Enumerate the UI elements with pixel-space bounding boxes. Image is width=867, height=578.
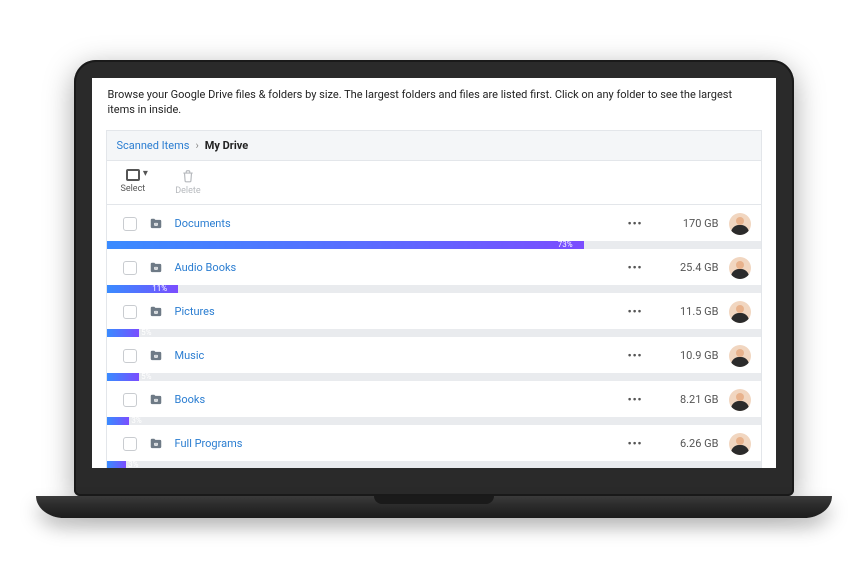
folder-name-link[interactable]: Books	[175, 393, 612, 406]
select-label: Select	[121, 184, 146, 194]
row-size: 170 GB	[659, 217, 719, 230]
row-more-button[interactable]: •••	[622, 393, 649, 406]
size-bar-percent: 73%	[558, 240, 573, 249]
size-bar-fill	[107, 285, 179, 293]
folder-icon	[147, 217, 165, 231]
folder-name-link[interactable]: Audio Books	[175, 261, 612, 274]
folder-name-link[interactable]: Music	[175, 349, 612, 362]
row-more-button[interactable]: •••	[622, 261, 649, 274]
row-more-button[interactable]: •••	[622, 217, 649, 230]
row-size: 6.26 GB	[659, 437, 719, 450]
row-checkbox[interactable]	[123, 305, 137, 319]
owner-avatar[interactable]	[729, 345, 751, 367]
owner-avatar[interactable]	[729, 213, 751, 235]
breadcrumb-root-link[interactable]: Scanned Items	[117, 139, 190, 152]
file-row: Music ••• 10.9 GB 5%	[107, 337, 761, 381]
trash-icon	[181, 169, 195, 183]
file-row: Full Programs ••• 6.26 GB 3%	[107, 425, 761, 468]
row-more-button[interactable]: •••	[622, 349, 649, 362]
row-checkbox[interactable]	[123, 437, 137, 451]
delete-button[interactable]: Delete	[169, 167, 206, 198]
size-bar-percent: 3%	[131, 416, 141, 425]
owner-avatar[interactable]	[729, 433, 751, 455]
owner-avatar[interactable]	[729, 301, 751, 323]
size-bar-percent: 3%	[128, 460, 138, 468]
toolbar: Select Delete	[106, 160, 762, 204]
row-checkbox[interactable]	[123, 261, 137, 275]
row-checkbox[interactable]	[123, 349, 137, 363]
folder-name-link[interactable]: Documents	[175, 217, 612, 230]
folder-icon	[147, 437, 165, 451]
row-size: 11.5 GB	[659, 305, 719, 318]
row-size: 10.9 GB	[659, 349, 719, 362]
breadcrumb: Scanned Items › My Drive	[106, 130, 762, 160]
folder-icon	[147, 349, 165, 363]
breadcrumb-current: My Drive	[205, 139, 248, 152]
owner-avatar[interactable]	[729, 389, 751, 411]
size-bar: 3%	[107, 461, 761, 468]
chevron-right-icon: ›	[195, 139, 198, 152]
row-size: 8.21 GB	[659, 393, 719, 406]
size-bar: 73%	[107, 241, 761, 249]
row-checkbox[interactable]	[123, 217, 137, 231]
file-list: Documents ••• 170 GB 73% Audio Books ••• 25.4 …	[106, 204, 762, 468]
folder-icon	[147, 261, 165, 275]
size-bar: 5%	[107, 373, 761, 381]
size-bar-fill	[107, 373, 140, 381]
file-row: Books ••• 8.21 GB 3%	[107, 381, 761, 425]
file-row: Pictures ••• 11.5 GB 5%	[107, 293, 761, 337]
intro-text: Browse your Google Drive files & folders…	[92, 78, 776, 126]
size-bar-fill	[107, 241, 584, 249]
size-bar-percent: 5%	[141, 372, 151, 381]
size-bar-fill	[107, 329, 140, 337]
folder-name-link[interactable]: Full Programs	[175, 437, 612, 450]
delete-label: Delete	[175, 186, 200, 196]
file-row: Documents ••• 170 GB 73%	[107, 205, 761, 249]
size-bar-percent: 5%	[141, 328, 151, 337]
owner-avatar[interactable]	[729, 257, 751, 279]
folder-icon	[147, 305, 165, 319]
row-more-button[interactable]: •••	[622, 437, 649, 450]
size-bar: 5%	[107, 329, 761, 337]
select-button[interactable]: Select	[115, 167, 152, 198]
row-checkbox[interactable]	[123, 393, 137, 407]
folder-name-link[interactable]: Pictures	[175, 305, 612, 318]
size-bar-fill	[107, 417, 130, 425]
file-row: Audio Books ••• 25.4 GB 11%	[107, 249, 761, 293]
row-more-button[interactable]: •••	[622, 305, 649, 318]
checkbox-dropdown-icon	[126, 169, 140, 181]
folder-icon	[147, 393, 165, 407]
size-bar: 11%	[107, 285, 761, 293]
row-size: 25.4 GB	[659, 261, 719, 274]
size-bar-fill	[107, 461, 127, 468]
size-bar: 3%	[107, 417, 761, 425]
size-bar-percent: 11%	[152, 284, 167, 293]
